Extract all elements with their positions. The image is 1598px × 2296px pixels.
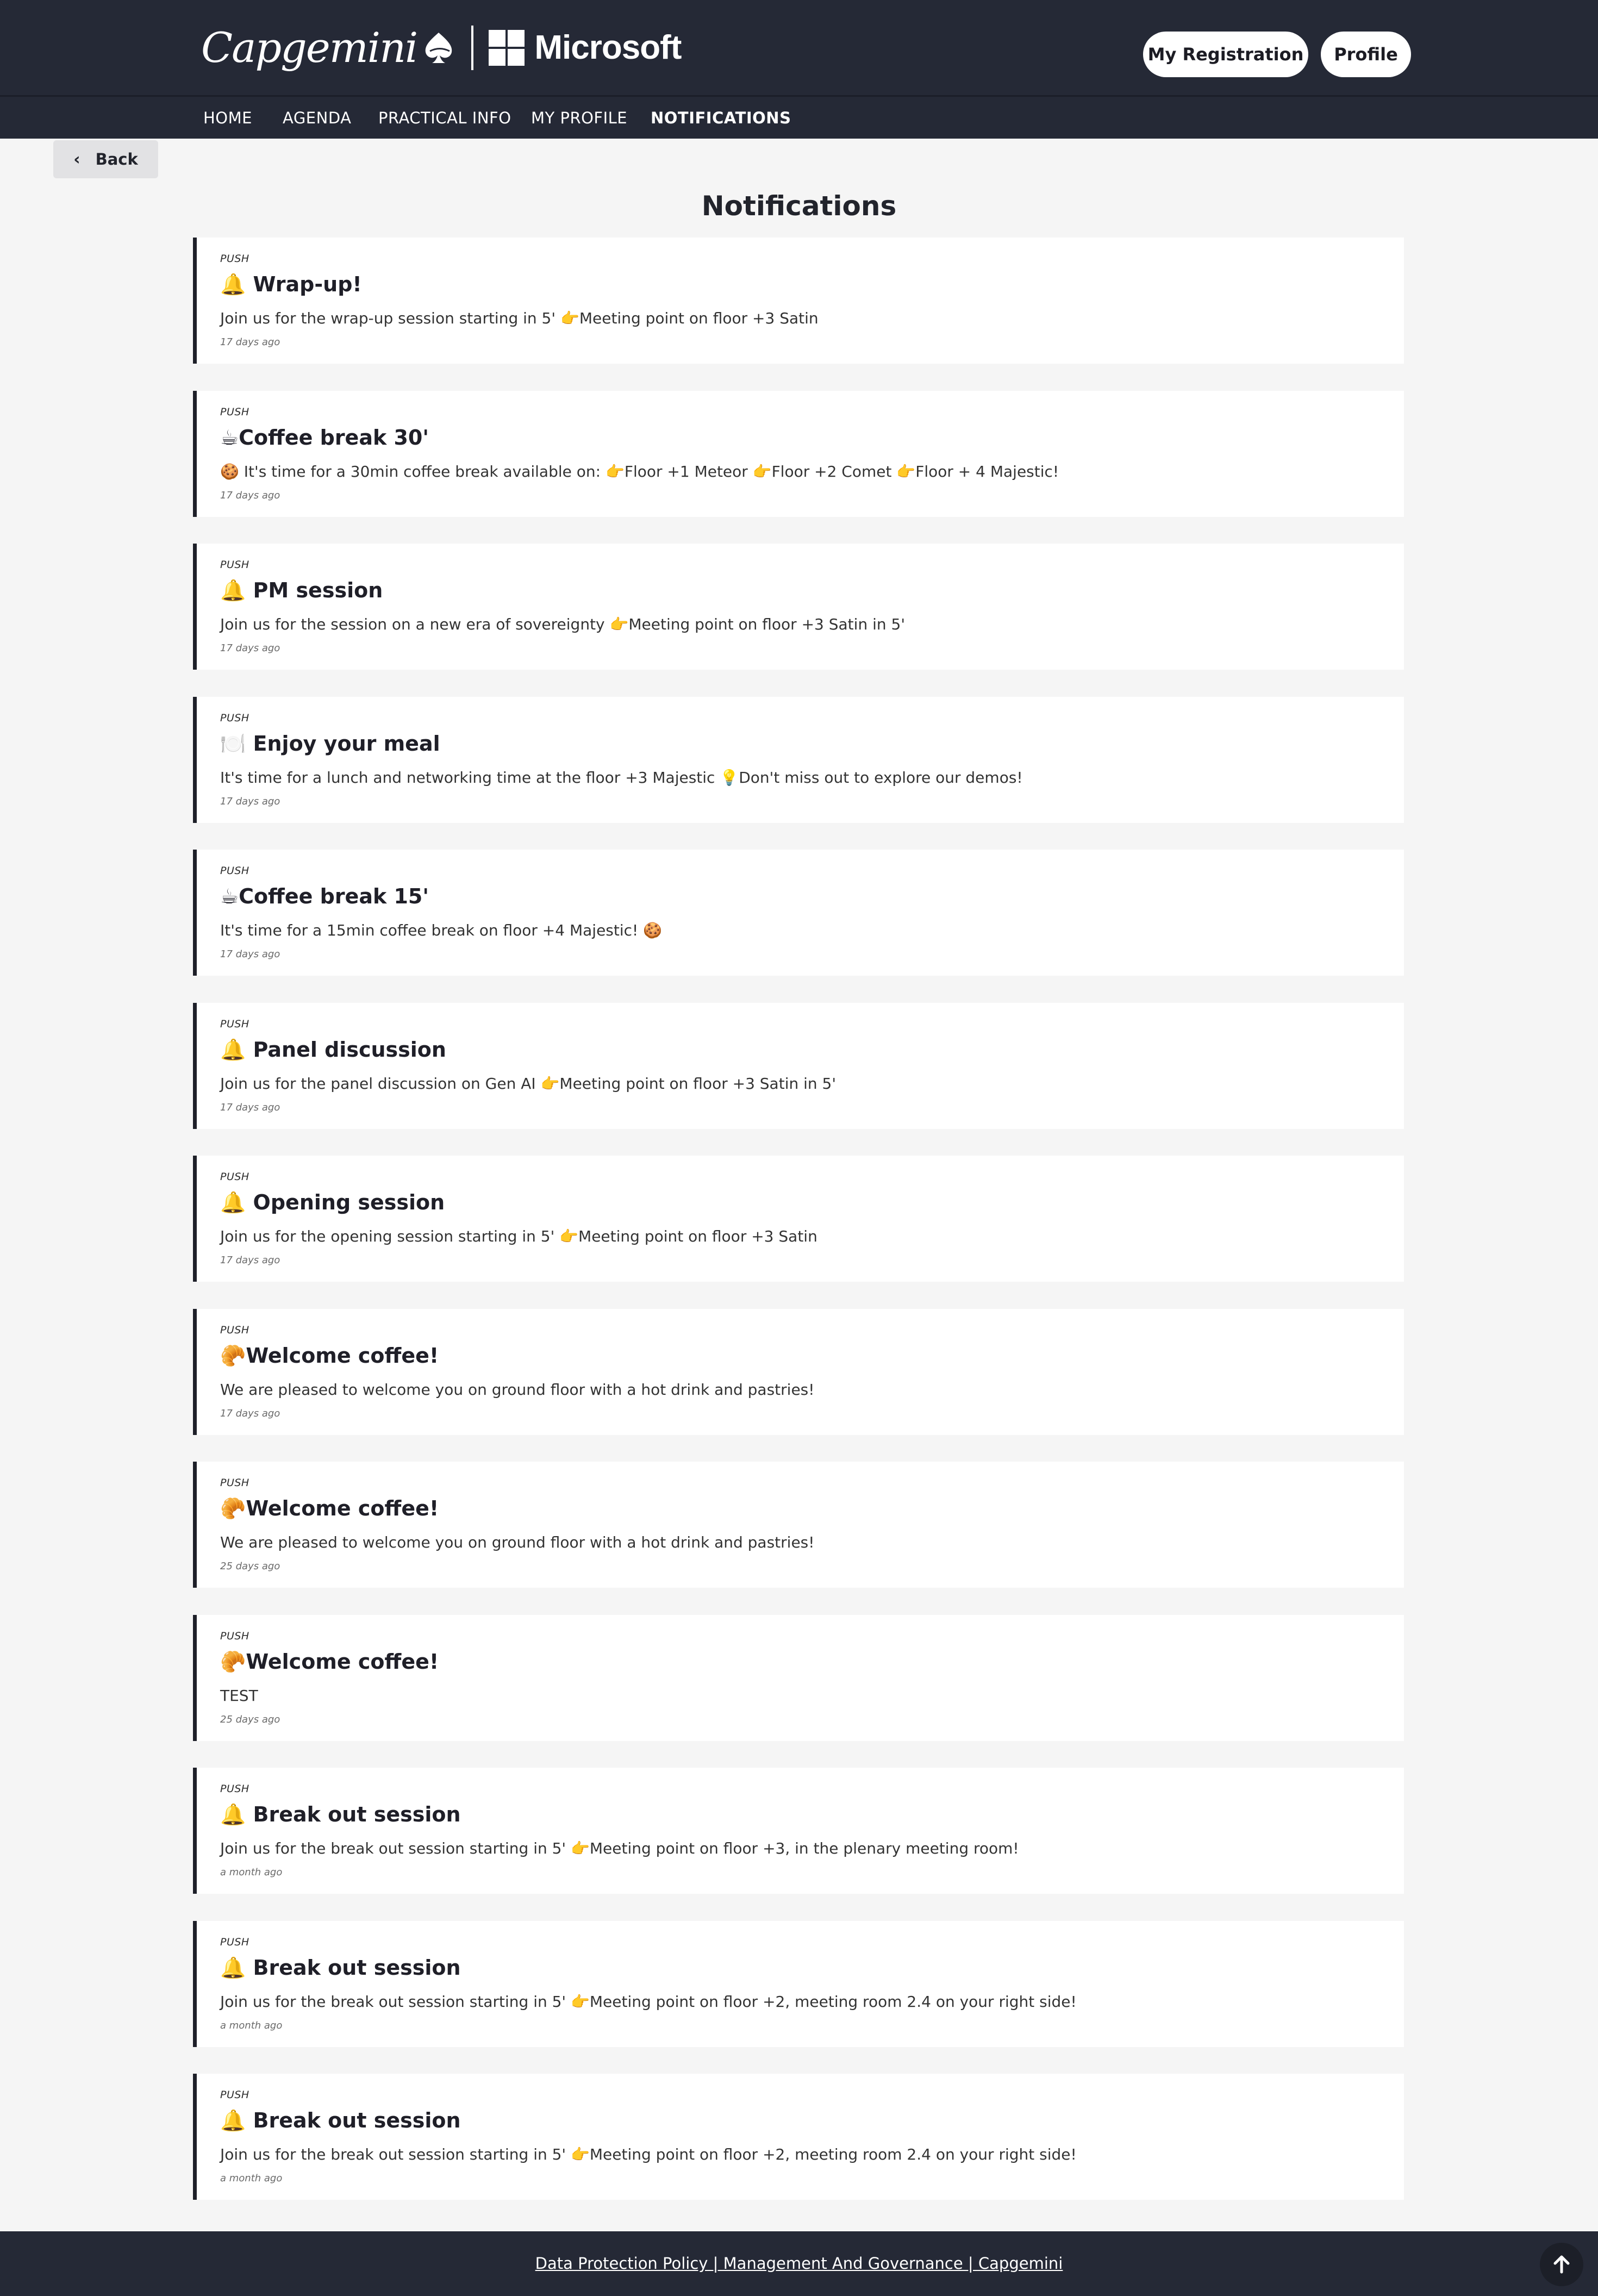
notification-time: 17 days ago	[220, 1102, 280, 1113]
notification-card[interactable]: PUSH 🥐Welcome coffee! We are pleased to …	[193, 1309, 1404, 1435]
notification-time: 17 days ago	[220, 1408, 280, 1419]
notification-type: PUSH	[220, 712, 249, 724]
notification-body: It's time for a lunch and networking tim…	[220, 769, 1023, 787]
notification-time: a month ago	[220, 1867, 283, 1878]
nav-item-notifications[interactable]: NOTIFICATIONS	[651, 109, 791, 127]
my-registration-button[interactable]: My Registration	[1143, 32, 1308, 77]
notification-title: ☕Coffee break 30'	[220, 426, 429, 450]
notification-title: 🔔 Opening session	[220, 1190, 445, 1214]
back-button[interactable]: ‹ Back	[53, 140, 158, 178]
notification-type: PUSH	[220, 1630, 249, 1642]
notification-card[interactable]: PUSH 🍽️ Enjoy your meal It's time for a …	[193, 697, 1404, 823]
notification-title: 🥐Welcome coffee!	[220, 1344, 439, 1368]
footer-policy-link[interactable]: Data Protection Policy | Management And …	[0, 2254, 1598, 2273]
notification-card[interactable]: PUSH 🔔 Break out session Join us for the…	[193, 2074, 1404, 2200]
notification-body: Join us for the break out session starti…	[220, 1993, 1077, 2011]
notification-body: We are pleased to welcome you on ground …	[220, 1381, 815, 1399]
notification-type: PUSH	[220, 559, 249, 571]
capgemini-wordmark: Capgemini	[201, 23, 418, 72]
notification-card[interactable]: PUSH 🔔 Opening session Join us for the o…	[193, 1156, 1404, 1282]
notification-title: 🔔 Panel discussion	[220, 1038, 446, 1062]
notification-body: We are pleased to welcome you on ground …	[220, 1533, 815, 1551]
nav-item-practical-info[interactable]: PRACTICAL INFO	[378, 109, 511, 127]
chevron-left-icon: ‹	[73, 149, 80, 169]
notification-time: 17 days ago	[220, 1255, 280, 1266]
top-header: Capgemini Microsoft My Registration Prof…	[0, 0, 1598, 95]
notification-type: PUSH	[220, 1171, 249, 1183]
notification-body: Join us for the break out session starti…	[220, 2145, 1077, 2163]
nav-item-agenda[interactable]: AGENDA	[283, 109, 351, 127]
notification-body: Join us for the break out session starti…	[220, 1839, 1019, 1857]
notification-title: 🔔 Break out session	[220, 1802, 461, 1826]
notification-time: 17 days ago	[220, 796, 280, 807]
notification-type: PUSH	[220, 2089, 249, 2101]
profile-button[interactable]: Profile	[1321, 32, 1411, 77]
notification-time: a month ago	[220, 2173, 283, 2184]
notification-card[interactable]: PUSH 🔔 PM session Join us for the sessio…	[193, 544, 1404, 670]
scroll-to-top-button[interactable]	[1540, 2243, 1583, 2286]
notification-type: PUSH	[220, 1477, 249, 1489]
main-nav: HOME AGENDA PRACTICAL INFO MY PROFILE NO…	[0, 95, 1598, 139]
arrow-up-icon	[1553, 2255, 1570, 2274]
nav-item-my-profile[interactable]: MY PROFILE	[531, 109, 627, 127]
notification-type: PUSH	[220, 1936, 249, 1948]
notification-body: TEST	[220, 1687, 258, 1705]
notification-title: 🔔 Break out session	[220, 2108, 461, 2132]
notification-title: 🥐Welcome coffee!	[220, 1496, 439, 1520]
notification-body: Join us for the panel discussion on Gen …	[220, 1075, 837, 1093]
notification-time: 25 days ago	[220, 1561, 280, 1572]
notification-body: It's time for a 15min coffee break on fl…	[220, 921, 663, 939]
notification-type: PUSH	[220, 1324, 249, 1336]
notification-time: a month ago	[220, 2020, 283, 2031]
spade-icon	[426, 32, 452, 63]
notification-card[interactable]: PUSH 🥐Welcome coffee! We are pleased to …	[193, 1462, 1404, 1588]
notification-body: Join us for the opening session starting…	[220, 1227, 817, 1245]
brand-divider	[471, 25, 474, 70]
notification-card[interactable]: PUSH 🔔 Break out session Join us for the…	[193, 1768, 1404, 1894]
notification-title: 🥐Welcome coffee!	[220, 1650, 439, 1674]
microsoft-wordmark: Microsoft	[534, 29, 682, 66]
notification-title: 🔔 Wrap-up!	[220, 272, 362, 296]
notification-time: 17 days ago	[220, 949, 280, 960]
notification-title: ☕Coffee break 15'	[220, 884, 429, 908]
nav-item-home[interactable]: HOME	[203, 109, 252, 127]
notification-title: 🔔 PM session	[220, 578, 383, 602]
notification-card[interactable]: PUSH ☕Coffee break 15' It's time for a 1…	[193, 850, 1404, 976]
notification-body: Join us for the wrap-up session starting…	[220, 309, 819, 327]
notification-card[interactable]: PUSH ☕Coffee break 30' 🍪 It's time for a…	[193, 391, 1404, 517]
notification-body: 🍪 It's time for a 30min coffee break ava…	[220, 463, 1059, 481]
notification-title: 🔔 Break out session	[220, 1956, 461, 1980]
windows-logo-icon	[489, 29, 525, 66]
notification-time: 17 days ago	[220, 490, 280, 501]
notification-card[interactable]: PUSH 🔔 Break out session Join us for the…	[193, 1921, 1404, 2047]
notification-type: PUSH	[220, 1783, 249, 1795]
notification-time: 25 days ago	[220, 1714, 280, 1725]
notification-type: PUSH	[220, 1018, 249, 1030]
notification-type: PUSH	[220, 865, 249, 877]
footer: Data Protection Policy | Management And …	[0, 2231, 1598, 2296]
brand-logo[interactable]: Capgemini Microsoft	[201, 23, 682, 72]
notification-time: 17 days ago	[220, 642, 280, 654]
page-title: Notifications	[701, 190, 897, 222]
back-label: Back	[95, 150, 138, 169]
notification-type: PUSH	[220, 406, 249, 418]
notification-time: 17 days ago	[220, 336, 280, 348]
notification-title: 🍽️ Enjoy your meal	[220, 732, 440, 756]
notification-body: Join us for the session on a new era of …	[220, 615, 906, 633]
notification-card[interactable]: PUSH 🥐Welcome coffee! TEST 25 days ago	[193, 1615, 1404, 1741]
notification-card[interactable]: PUSH 🔔 Panel discussion Join us for the …	[193, 1003, 1404, 1129]
notification-type: PUSH	[220, 253, 249, 265]
notification-card[interactable]: PUSH 🔔 Wrap-up! Join us for the wrap-up …	[193, 238, 1404, 364]
